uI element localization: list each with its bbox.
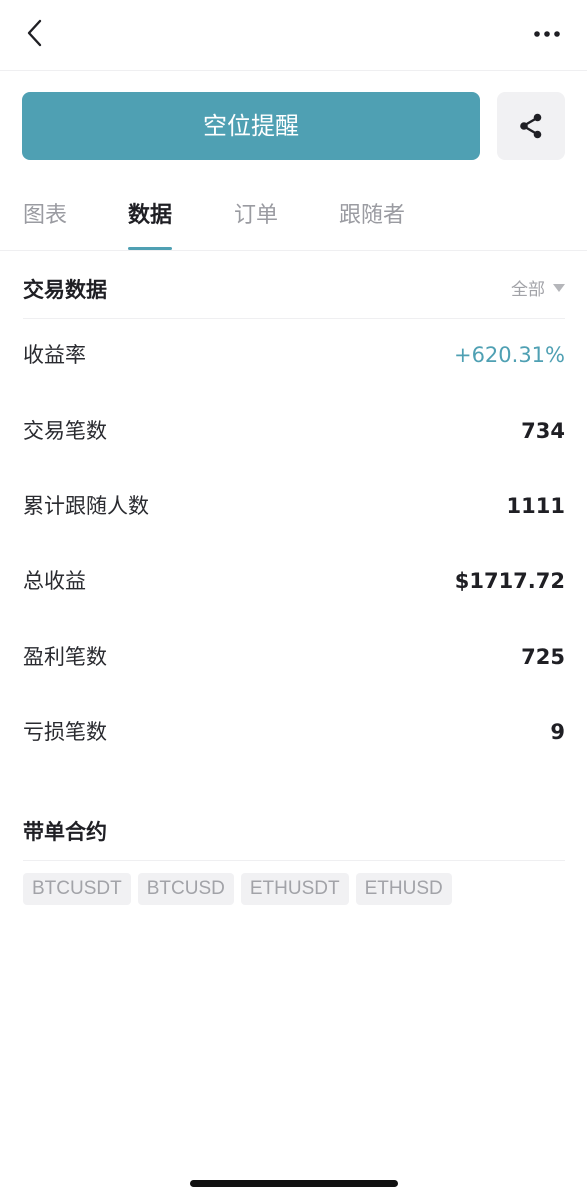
contracts-header: 带单合约 [23,804,565,861]
contract-tag-list: BTCUSDT BTCUSD ETHUSDT ETHUSD [23,873,565,905]
tab-followers[interactable]: 跟随者 [339,185,405,250]
active-tab-indicator [128,247,173,250]
vacancy-alert-button[interactable]: 空位提醒 [22,92,480,160]
home-indicator [190,1180,398,1187]
contract-tag: ETHUSD [355,873,452,905]
trade-data-header: 交易数据 全部 [23,262,565,319]
back-icon[interactable] [22,16,50,52]
filter-dropdown[interactable]: 全部 [511,262,565,318]
share-button[interactable] [497,92,565,160]
section-title: 交易数据 [23,278,107,302]
tab-chart[interactable]: 图表 [23,185,67,250]
stat-value: 734 [521,419,565,443]
stat-value: 1111 [506,494,565,518]
stat-label: 收益率 [23,343,86,367]
contract-tag: BTCUSD [137,873,234,905]
stat-row-winning-trades: 盈利笔数 725 [23,632,565,682]
share-icon [520,113,542,139]
filter-label: 全部 [511,280,545,300]
tab-label: 订单 [234,203,279,228]
stat-label: 盈利笔数 [23,645,107,669]
top-bar [0,0,587,71]
stat-label: 交易笔数 [23,419,107,443]
stat-value: +620.31% [453,343,565,367]
stat-label: 亏损笔数 [23,720,107,744]
stat-value: 9 [550,720,565,744]
stat-value: $1717.72 [454,569,565,593]
stat-row-losing-trades: 亏损笔数 9 [23,707,565,757]
section-title: 带单合约 [23,820,107,844]
tab-orders[interactable]: 订单 [234,185,278,250]
contract-tag: ETHUSDT [240,873,349,905]
stat-row-total-profit: 总收益 $1717.72 [23,556,565,606]
tab-label: 图表 [23,203,68,228]
tab-bar: 图表 数据 订单 跟随者 [0,185,587,251]
tab-label: 数据 [128,203,173,228]
stat-row-trade-count: 交易笔数 734 [23,406,565,456]
contract-tag: BTCUSDT [23,873,131,905]
tab-data[interactable]: 数据 [128,185,173,250]
caret-down-icon [553,284,565,292]
action-row: 空位提醒 [22,92,565,160]
stat-label: 总收益 [23,569,86,593]
stat-row-return-rate: 收益率 +620.31% [23,330,565,380]
more-icon[interactable] [533,22,563,46]
stat-row-total-followers: 累计跟随人数 1111 [23,481,565,531]
stat-value: 725 [521,645,565,669]
stat-label: 累计跟随人数 [23,494,149,518]
tab-label: 跟随者 [339,203,406,228]
